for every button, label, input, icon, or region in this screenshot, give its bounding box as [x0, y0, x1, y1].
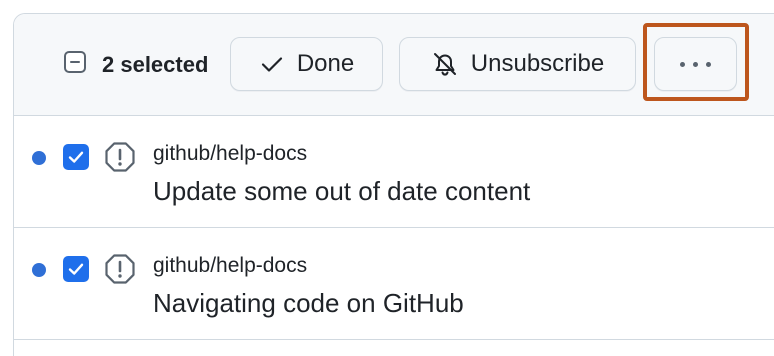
- checkmark-icon: [68, 151, 84, 163]
- issue-icon: [103, 140, 137, 179]
- unread-indicator: [32, 263, 46, 277]
- select-all-checkbox[interactable]: [64, 51, 86, 73]
- notification-row[interactable]: github/help-docs Update some out of date…: [14, 116, 774, 228]
- notification-checkbox[interactable]: [63, 256, 89, 282]
- bulk-actions-toolbar: 2 selected Done Unsubscribe: [14, 14, 774, 116]
- notification-checkbox[interactable]: [63, 144, 89, 170]
- bell-slash-icon: [431, 50, 459, 78]
- notifications-panel: 2 selected Done Unsubscribe github/help-…: [13, 13, 774, 356]
- checkmark-icon: [68, 263, 84, 275]
- notification-repo[interactable]: github/help-docs: [153, 254, 307, 278]
- more-actions-button[interactable]: [654, 37, 737, 91]
- notification-repo[interactable]: github/help-docs: [153, 142, 307, 166]
- selected-count-label: 2 selected: [102, 52, 209, 77]
- unsubscribe-button[interactable]: Unsubscribe: [399, 37, 636, 91]
- notification-row[interactable]: github/help-docs Navigating code on GitH…: [14, 228, 774, 340]
- kebab-horizontal-icon: [680, 61, 711, 67]
- notification-title[interactable]: Update some out of date content: [153, 176, 530, 206]
- unsubscribe-label: Unsubscribe: [470, 50, 605, 77]
- issue-icon: [103, 252, 137, 291]
- unread-indicator: [32, 151, 46, 165]
- done-label: Done: [296, 50, 355, 77]
- check-icon: [259, 51, 285, 77]
- done-button[interactable]: Done: [230, 37, 383, 91]
- notification-title[interactable]: Navigating code on GitHub: [153, 288, 464, 318]
